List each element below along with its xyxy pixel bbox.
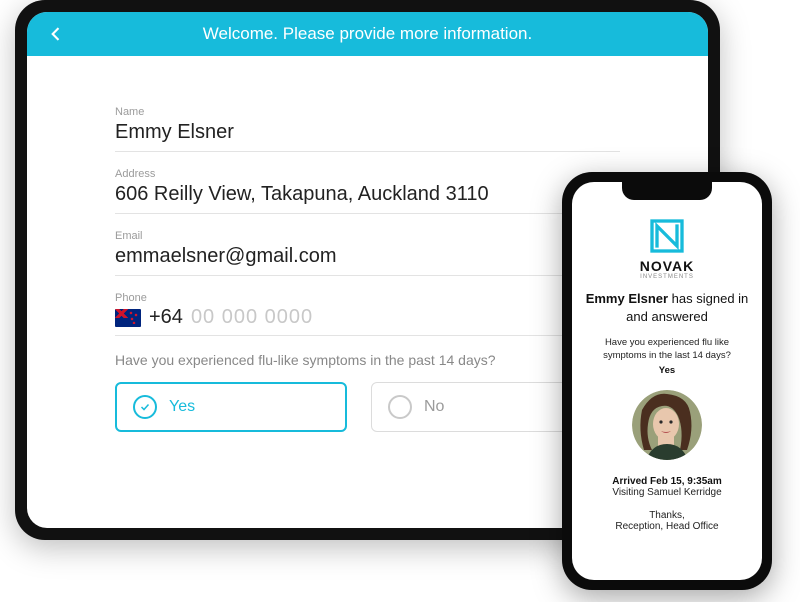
phone-notch: [622, 182, 712, 200]
empty-circle-icon: [388, 395, 412, 419]
tablet-header: Welcome. Please provide more information…: [27, 12, 708, 56]
notification-name: Emmy Elsner: [586, 291, 668, 306]
phone-device: NOVAK INVESTMENTS Emmy Elsner has signed…: [562, 172, 772, 590]
answer-yes-label: Yes: [169, 398, 195, 416]
divider: [115, 151, 620, 152]
phone-screen: NOVAK INVESTMENTS Emmy Elsner has signed…: [572, 182, 762, 580]
answer-yes-button[interactable]: Yes: [115, 382, 347, 432]
address-label: Address: [115, 168, 620, 180]
notification-answer: Yes: [659, 365, 675, 376]
question-text: Have you experienced flu-like symptoms i…: [115, 352, 496, 368]
page-title: Welcome. Please provide more information…: [45, 24, 690, 44]
email-field-group: Email emmaelsner@gmail.com: [115, 230, 620, 276]
name-label: Name: [115, 106, 620, 118]
phone-label: Phone: [115, 292, 620, 304]
phone-country-code: +64: [149, 306, 183, 329]
divider: [115, 335, 620, 336]
answer-row: Yes No: [115, 382, 620, 432]
flag-nz-icon[interactable]: [115, 309, 141, 327]
email-field[interactable]: emmaelsner@gmail.com: [115, 244, 620, 269]
address-field-group: Address 606 Reilly View, Takapuna, Auckl…: [115, 168, 620, 214]
name-field[interactable]: Emmy Elsner: [115, 120, 620, 145]
visiting-text: Visiting Samuel Kerridge: [612, 487, 721, 498]
arrived-text: Arrived Feb 15, 9:35am: [612, 476, 722, 487]
brand-subtitle: INVESTMENTS: [640, 274, 694, 280]
brand-logo-icon: [647, 216, 687, 256]
check-circle-icon: [133, 395, 157, 419]
notification-question: Have you experienced flu like symptoms i…: [584, 337, 750, 363]
name-field-group: Name Emmy Elsner: [115, 106, 620, 152]
phone-field-group: Phone +64 00 000 0000: [115, 292, 620, 336]
divider: [115, 275, 620, 276]
signature-text: Reception, Head Office: [615, 521, 718, 532]
visitor-form: Name Emmy Elsner Address 606 Reilly View…: [115, 106, 620, 432]
thanks-text: Thanks,: [649, 510, 685, 521]
divider: [115, 213, 620, 214]
answer-no-label: No: [424, 398, 444, 416]
question-row: Have you experienced flu-like symptoms i…: [115, 352, 620, 368]
avatar: [632, 390, 702, 460]
phone-placeholder: 00 000 0000: [191, 306, 313, 329]
address-field[interactable]: 606 Reilly View, Takapuna, Auckland 3110: [115, 182, 620, 207]
email-label: Email: [115, 230, 620, 242]
notification-title: Emmy Elsner has signed in and answered: [584, 290, 750, 325]
phone-field[interactable]: +64 00 000 0000: [115, 306, 620, 329]
brand-name: NOVAK: [640, 258, 695, 274]
